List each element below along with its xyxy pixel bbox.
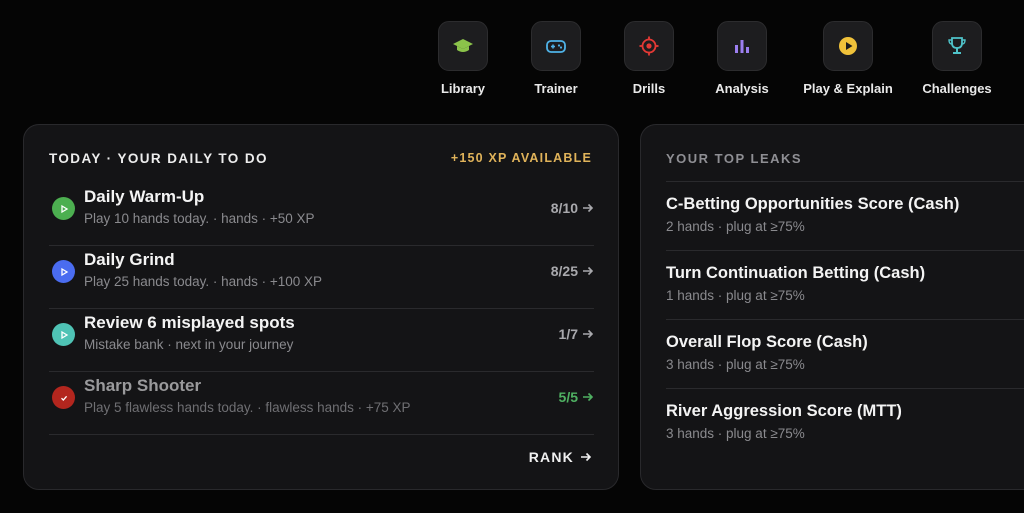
leak-subtitle: 3 hands · plug at ≥75% [666,426,805,441]
nav-library[interactable]: Library [413,21,513,96]
task-subtitle: Play 25 hands today. · hands · +100 XP [84,274,323,289]
divider [666,319,1024,320]
task-progress: 1/7 [559,326,594,342]
top-leaks-card: YOUR TOP LEAKS C-Betting Opportunities S… [640,124,1024,490]
bar-chart-icon [735,40,749,53]
check-icon [52,386,75,409]
task-title: Daily Grind [84,250,175,269]
task-subtitle: Play 10 hands today. · hands · +50 XP [84,211,315,226]
task-sharp-shooter[interactable]: Sharp Shooter Play 5 flawless hands toda… [49,372,594,435]
divider [666,250,1024,251]
task-daily-grind[interactable]: Daily Grind Play 25 hands today. · hands… [49,246,594,309]
leak-title: C-Betting Opportunities Score (Cash) [666,195,960,213]
nav-label: Analysis [715,81,769,96]
arrow-right-icon [583,392,594,402]
nav-label: Library [440,81,486,96]
nav-analysis[interactable]: Analysis [692,21,792,96]
leak-item[interactable]: River Aggression Score (MTT) 3 hands · p… [666,388,1024,457]
task-title: Sharp Shooter [84,376,202,395]
task-progress-value: 5/5 [558,389,578,405]
xp-available-badge: +150 XP AVAILABLE [450,151,592,165]
top-leaks-title: YOUR TOP LEAKS [666,151,803,166]
play-icon [52,260,75,283]
task-progress-value: 8/10 [550,200,578,216]
trophy-icon [948,37,966,54]
nav-label: Challenges [922,81,992,96]
nav-challenges[interactable]: Challenges [907,21,1007,96]
divider [666,181,1024,182]
leak-item[interactable]: C-Betting Opportunities Score (Cash) 2 h… [666,181,1024,250]
leak-subtitle: 1 hands · plug at ≥75% [666,288,805,303]
play-icon [52,197,75,220]
task-progress-value: 8/25 [550,263,578,279]
task-subtitle: Play 5 flawless hands today. · flawless … [84,400,411,415]
play-circle-icon [839,37,857,55]
nav-play-explain[interactable]: Play & Explain [798,21,898,96]
leak-title: Overall Flop Score (Cash) [666,333,868,351]
leak-item[interactable]: Overall Flop Score (Cash) 3 hands · plug… [666,319,1024,388]
play-icon [52,323,75,346]
task-progress: 5/5 [559,389,594,405]
crosshair-icon [639,36,659,56]
task-progress-value: 1/7 [558,326,578,342]
task-progress: 8/10 [551,200,594,216]
arrow-right-icon [583,266,594,276]
leak-subtitle: 3 hands · plug at ≥75% [666,357,805,372]
divider [49,434,594,435]
leak-subtitle: 2 hands · plug at ≥75% [666,219,805,234]
task-daily-warm-up[interactable]: Daily Warm-Up Play 10 hands today. · han… [49,183,594,246]
task-title: Daily Warm-Up [84,187,205,206]
leak-title: Turn Continuation Betting (Cash) [666,264,926,282]
arrow-right-icon [583,203,594,213]
task-subtitle: Mistake bank · next in your journey [84,337,294,352]
nav-label: Trainer [534,81,578,96]
nav-label: Play & Explain [803,81,893,96]
nav-trainer[interactable]: Trainer [506,21,606,96]
leak-title: River Aggression Score (MTT) [666,402,902,420]
task-progress: 8/25 [551,263,594,279]
daily-todo-title: TODAY · YOUR DAILY TO DO [49,151,268,166]
task-title: Review 6 misplayed spots [84,313,295,332]
rank-link[interactable]: RANK [529,449,592,465]
arrow-right-icon [583,329,594,339]
daily-todo-card: TODAY · YOUR DAILY TO DO +150 XP AVAILAB… [23,124,619,490]
task-review-misplayed[interactable]: Review 6 misplayed spots Mistake bank · … [49,309,594,372]
graduation-cap-icon [453,39,473,52]
nav-label: Drills [632,81,666,96]
arrow-right-icon [581,452,592,462]
gamepad-icon [546,40,566,53]
nav-drills[interactable]: Drills [599,21,699,96]
rank-label: RANK [528,449,574,465]
divider [666,388,1024,389]
leak-item[interactable]: Turn Continuation Betting (Cash) 1 hands… [666,250,1024,319]
